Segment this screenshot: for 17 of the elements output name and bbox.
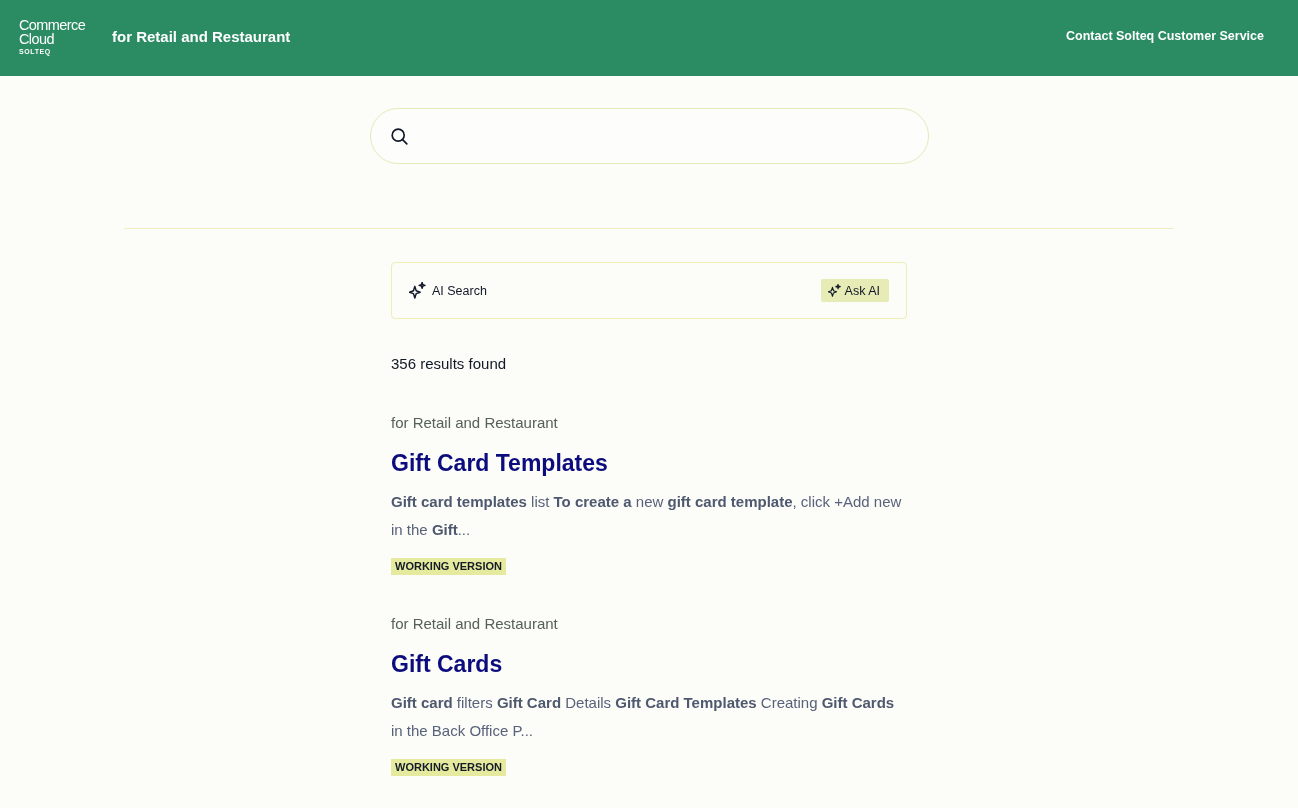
sparkle-icon bbox=[409, 282, 426, 299]
result-breadcrumb: for Retail and Restaurant bbox=[391, 614, 558, 634]
search-field[interactable] bbox=[369, 108, 929, 164]
search-icon bbox=[390, 127, 408, 145]
version-tag: WORKING VERSION bbox=[391, 558, 506, 575]
result-snippet: Gift card filters Gift Card Details Gift Card Templates Creating Gift Cards in the Back Office P... bbox=[391, 693, 896, 741]
results-count: 356 results found bbox=[391, 354, 508, 374]
site-title: for Retail and Restaurant bbox=[112, 28, 291, 45]
result-snippet: Gift card templates list To create a new gift card template, click +Add new in the Gift... bbox=[391, 492, 903, 540]
ask-ai-button[interactable]: Ask AI bbox=[820, 279, 889, 302]
version-tag: WORKING VERSION bbox=[391, 759, 506, 776]
result-title-link[interactable]: Gift Cards bbox=[391, 649, 503, 679]
ai-search-label: AI Search bbox=[432, 283, 487, 298]
contact-link[interactable]: Contact Solteq Customer Service bbox=[1066, 29, 1264, 43]
result-breadcrumb: for Retail and Restaurant bbox=[391, 413, 558, 433]
sparkle-icon bbox=[827, 284, 841, 297]
result-title-link[interactable]: Gift Card Templates bbox=[391, 448, 608, 478]
